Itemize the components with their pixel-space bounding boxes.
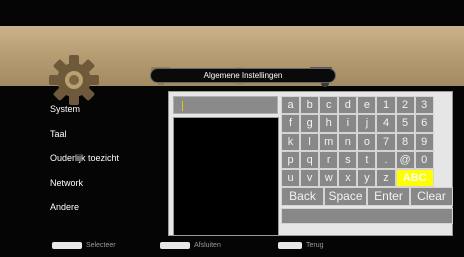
page-title: Algemene Instellingen	[150, 68, 336, 83]
key-enter[interactable]: Enter	[367, 187, 410, 206]
menu-item-network[interactable]: Network	[50, 177, 170, 202]
key-i[interactable]: i	[338, 114, 358, 133]
key-c[interactable]: c	[319, 96, 339, 115]
key-9[interactable]: 9	[414, 132, 434, 151]
key-5[interactable]: 5	[395, 114, 415, 133]
input-panel	[173, 96, 279, 236]
key-row-actions: Back Space Enter Clear	[281, 187, 453, 206]
key-j[interactable]: j	[357, 114, 377, 133]
key-row: p q r s t . @ 0	[281, 150, 453, 170]
navigate-keys-icon	[52, 241, 82, 249]
key-0[interactable]: 0	[414, 150, 434, 170]
key-n[interactable]: n	[338, 132, 358, 151]
space-bar[interactable]	[281, 207, 453, 224]
key-row: k l m n o 7 8 9	[281, 132, 453, 151]
key-a[interactable]: a	[281, 96, 301, 115]
key-7[interactable]: 7	[376, 132, 396, 151]
menu-item-other[interactable]: Andere	[50, 201, 170, 226]
key-v[interactable]: v	[300, 169, 320, 188]
footer-hints: Selecteer Afsluiten Terug	[0, 236, 464, 257]
key-h[interactable]: h	[319, 114, 339, 133]
footer-back-hint: Terug	[278, 239, 324, 251]
menu-item-parental-control[interactable]: Ouderlijk toezicht	[50, 152, 170, 177]
key-4[interactable]: 4	[376, 114, 396, 133]
key-x[interactable]: x	[338, 169, 358, 188]
settings-screen: Algemene Instellingen System Taal Ouderl…	[0, 0, 464, 257]
key-2[interactable]: 2	[395, 96, 415, 115]
key-clear[interactable]: Clear	[410, 187, 453, 206]
key-q[interactable]: q	[300, 150, 320, 170]
menu-item-system[interactable]: System	[50, 103, 170, 128]
key-row: f g h i j 4 5 6	[281, 114, 453, 133]
key-abc-shift[interactable]: ABC	[395, 169, 434, 188]
input-preview-area	[173, 117, 279, 236]
text-cursor	[182, 101, 183, 111]
key-8[interactable]: 8	[395, 132, 415, 151]
key-z[interactable]: z	[376, 169, 396, 188]
keyboard-dialog: a b c d e 1 2 3 f g h i j 4 5 6 k l m n …	[168, 91, 453, 236]
key-d[interactable]: d	[338, 96, 358, 115]
back-key-icon	[278, 241, 302, 249]
on-screen-keyboard: a b c d e 1 2 3 f g h i j 4 5 6 k l m n …	[281, 96, 453, 224]
key-1[interactable]: 1	[376, 96, 396, 115]
key-back[interactable]: Back	[281, 187, 324, 206]
key-m[interactable]: m	[319, 132, 339, 151]
key-w[interactable]: w	[319, 169, 339, 188]
key-y[interactable]: y	[357, 169, 377, 188]
key-e[interactable]: e	[357, 96, 377, 115]
footer-cancel-label: Afsluiten	[194, 241, 221, 249]
key-p[interactable]: p	[281, 150, 301, 170]
key-g[interactable]: g	[300, 114, 320, 133]
key-l[interactable]: l	[300, 132, 320, 151]
key-b[interactable]: b	[300, 96, 320, 115]
footer-cancel-hint: Afsluiten	[160, 239, 221, 251]
settings-menu: System Taal Ouderlijk toezicht Network A…	[50, 103, 170, 226]
key-6[interactable]: 6	[414, 114, 434, 133]
key-period[interactable]: .	[376, 150, 396, 170]
key-at[interactable]: @	[395, 150, 415, 170]
gear-icon	[49, 55, 99, 105]
text-input[interactable]	[173, 96, 278, 114]
key-o[interactable]: o	[357, 132, 377, 151]
key-r[interactable]: r	[319, 150, 339, 170]
footer-back-label: Terug	[306, 241, 324, 249]
exit-key-icon	[160, 241, 190, 249]
footer-select-hint: Selecteer	[52, 239, 116, 251]
key-t[interactable]: t	[357, 150, 377, 170]
key-3[interactable]: 3	[414, 96, 434, 115]
key-k[interactable]: k	[281, 132, 301, 151]
menu-item-language[interactable]: Taal	[50, 128, 170, 153]
key-f[interactable]: f	[281, 114, 301, 133]
key-u[interactable]: u	[281, 169, 301, 188]
key-s[interactable]: s	[338, 150, 358, 170]
key-row: u v w x y z ABC	[281, 169, 453, 188]
key-row: a b c d e 1 2 3	[281, 96, 453, 115]
key-space[interactable]: Space	[324, 187, 367, 206]
footer-select-label: Selecteer	[86, 241, 116, 249]
